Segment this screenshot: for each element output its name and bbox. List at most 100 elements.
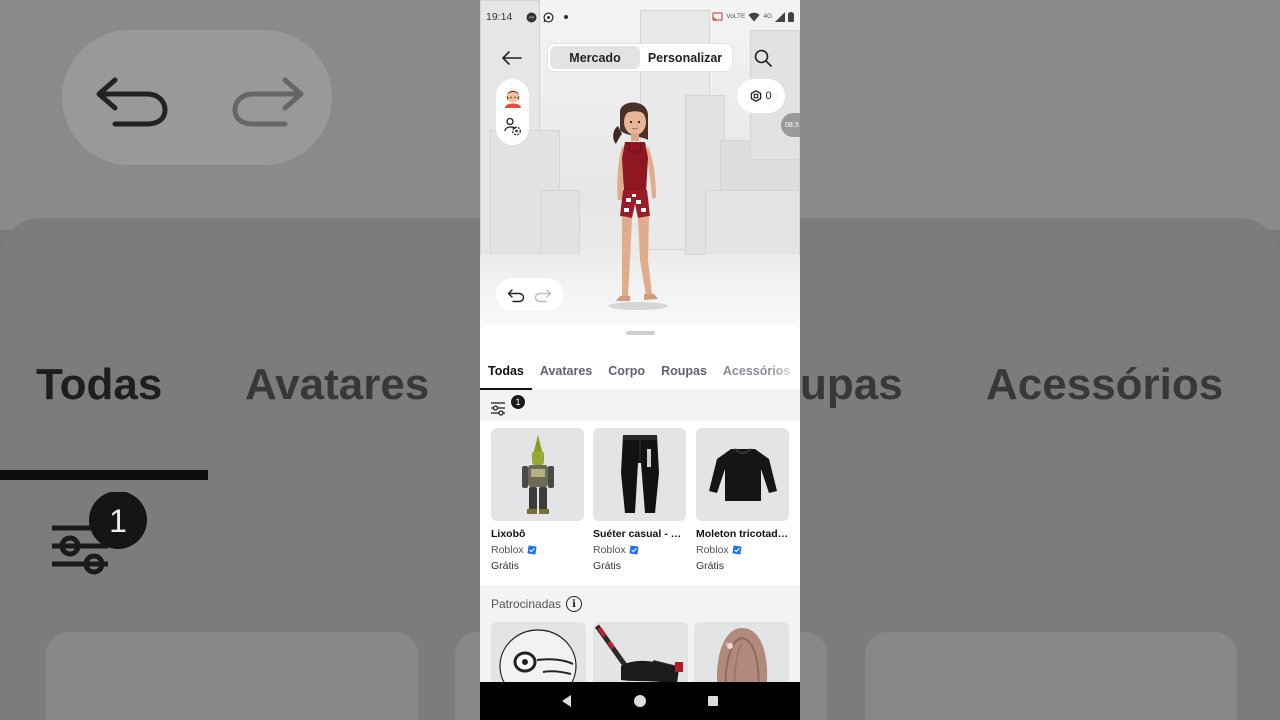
sheet-drag-handle[interactable] bbox=[626, 331, 655, 335]
verified-badge-icon bbox=[629, 545, 639, 555]
hair-image bbox=[717, 628, 768, 682]
scene-building bbox=[705, 190, 800, 260]
item-creator: Roblox bbox=[593, 544, 686, 556]
item-price: Grátis bbox=[696, 560, 725, 572]
filter-count-badge: 1 bbox=[510, 394, 526, 410]
tab-avatares[interactable]: Avatares bbox=[532, 352, 600, 390]
item-thumbnail bbox=[696, 428, 789, 521]
creator-name: Roblox bbox=[491, 544, 524, 556]
back-button[interactable] bbox=[498, 46, 526, 70]
catalog-sheet: Todas Avatares Corpo Roupas Acessórios 1 bbox=[480, 324, 800, 682]
bg-tab-todas: Todas bbox=[36, 360, 163, 409]
status-indicators: VoLTE 4G bbox=[712, 12, 794, 22]
sponsored-card[interactable] bbox=[593, 622, 688, 682]
bg-filter-icon: 1 bbox=[52, 492, 147, 575]
bg-tab-roupas: upas bbox=[800, 360, 903, 409]
scene-building bbox=[540, 190, 580, 260]
robux-icon bbox=[751, 90, 762, 102]
robot-avatar-image bbox=[521, 434, 554, 514]
avatar-figure[interactable] bbox=[598, 100, 678, 310]
robux-balance-button[interactable]: 0 bbox=[737, 79, 785, 113]
item-thumbnail bbox=[491, 428, 584, 521]
notification-dot bbox=[564, 15, 569, 19]
item-price: Grátis bbox=[491, 560, 520, 572]
mask-head-image bbox=[499, 629, 577, 682]
wifi-icon bbox=[748, 12, 760, 22]
avatar-settings-icon bbox=[503, 117, 521, 135]
pants-image bbox=[620, 434, 659, 513]
item-name: Suéter casual - P… bbox=[593, 528, 686, 540]
item-grid: Lixobô Roblox Grátis Suéter casual - P… … bbox=[480, 421, 800, 585]
signal-icon bbox=[775, 12, 785, 22]
whatsapp-icon bbox=[543, 11, 554, 23]
undo-redo-controls bbox=[496, 278, 563, 311]
triangle-back-icon bbox=[561, 695, 571, 707]
tab-corpo[interactable]: Corpo bbox=[600, 352, 653, 390]
battery-icon bbox=[788, 12, 794, 22]
header: Mercado Personalizar bbox=[480, 40, 800, 76]
cast-icon bbox=[712, 12, 723, 22]
item-card[interactable]: Lixobô Roblox Grátis bbox=[491, 428, 584, 572]
filter-icon bbox=[491, 402, 505, 416]
item-card[interactable]: Moleton tricotad… Roblox Grátis bbox=[696, 428, 789, 572]
sponsored-card[interactable] bbox=[491, 622, 586, 682]
item-price: Grátis bbox=[593, 560, 622, 572]
item-card[interactable]: Suéter casual - P… Roblox Grátis bbox=[593, 428, 686, 572]
sponsored-section: Patrocinadas i bbox=[480, 585, 800, 682]
item-thumbnail bbox=[593, 428, 686, 521]
bg-tab-avatares: Avatares bbox=[245, 360, 430, 409]
segmented-control: Mercado Personalizar bbox=[548, 44, 732, 71]
redo-icon bbox=[535, 288, 552, 302]
tab-todas[interactable]: Todas bbox=[480, 352, 532, 390]
bg-redo-icon bbox=[232, 77, 304, 127]
video-time-chip: 08:3 bbox=[781, 113, 800, 137]
item-name: Moleton tricotad… bbox=[696, 528, 789, 540]
status-bar: 19:14 VoLTE 4G bbox=[480, 0, 800, 34]
avatar-headshot-icon bbox=[504, 90, 521, 108]
info-icon[interactable]: i bbox=[566, 596, 583, 612]
system-recents-button[interactable] bbox=[698, 686, 728, 716]
network-type: 4G bbox=[763, 13, 772, 20]
tab-acessorios[interactable]: Acessórios bbox=[715, 352, 798, 390]
system-back-button[interactable] bbox=[552, 686, 582, 716]
item-creator: Roblox bbox=[696, 544, 789, 556]
avatar-tools bbox=[496, 79, 529, 145]
svg-text:1: 1 bbox=[109, 503, 127, 539]
creator-name: Roblox bbox=[696, 544, 729, 556]
messenger-icon bbox=[526, 12, 537, 23]
sponsored-title: Patrocinadas bbox=[491, 597, 562, 611]
undo-icon bbox=[507, 288, 524, 302]
bg-card bbox=[46, 632, 418, 720]
verified-badge-icon bbox=[527, 545, 537, 555]
creator-name: Roblox bbox=[593, 544, 626, 556]
avatar-headshot-button[interactable] bbox=[501, 86, 525, 110]
search-icon bbox=[754, 49, 772, 67]
verified-badge-icon bbox=[732, 545, 742, 555]
filter-bar: 1 bbox=[480, 391, 800, 421]
circle-home-icon bbox=[633, 695, 646, 707]
sponsored-card[interactable] bbox=[694, 622, 789, 682]
system-navigation-bar bbox=[480, 682, 800, 720]
crossbody-bag-image bbox=[594, 624, 683, 682]
system-home-button[interactable] bbox=[625, 686, 655, 716]
filter-button[interactable]: 1 bbox=[490, 394, 526, 418]
bg-undo-icon bbox=[96, 77, 168, 127]
segment-personalizar[interactable]: Personalizar bbox=[640, 46, 730, 69]
status-time: 19:14 bbox=[486, 11, 513, 23]
bg-tab-acessorios: Acessórios bbox=[986, 360, 1224, 409]
redo-button[interactable] bbox=[531, 284, 555, 306]
segment-mercado[interactable]: Mercado bbox=[550, 46, 640, 69]
avatar-settings-button[interactable] bbox=[501, 115, 525, 139]
robux-balance: 0 bbox=[765, 90, 772, 102]
category-tabs: Todas Avatares Corpo Roupas Acessórios bbox=[480, 352, 800, 390]
tab-roupas[interactable]: Roupas bbox=[653, 352, 715, 390]
undo-button[interactable] bbox=[504, 284, 528, 306]
back-arrow-icon bbox=[502, 51, 522, 65]
item-creator: Roblox bbox=[491, 544, 584, 556]
bg-card bbox=[865, 632, 1237, 720]
volte-label: VoLTE bbox=[726, 13, 746, 20]
phone-screen: 19:14 VoLTE 4G Mercado Personalizar 0 To… bbox=[480, 0, 800, 720]
bg-tab-underline bbox=[0, 470, 208, 480]
search-button[interactable] bbox=[750, 46, 776, 70]
sponsored-header: Patrocinadas i bbox=[491, 596, 583, 612]
